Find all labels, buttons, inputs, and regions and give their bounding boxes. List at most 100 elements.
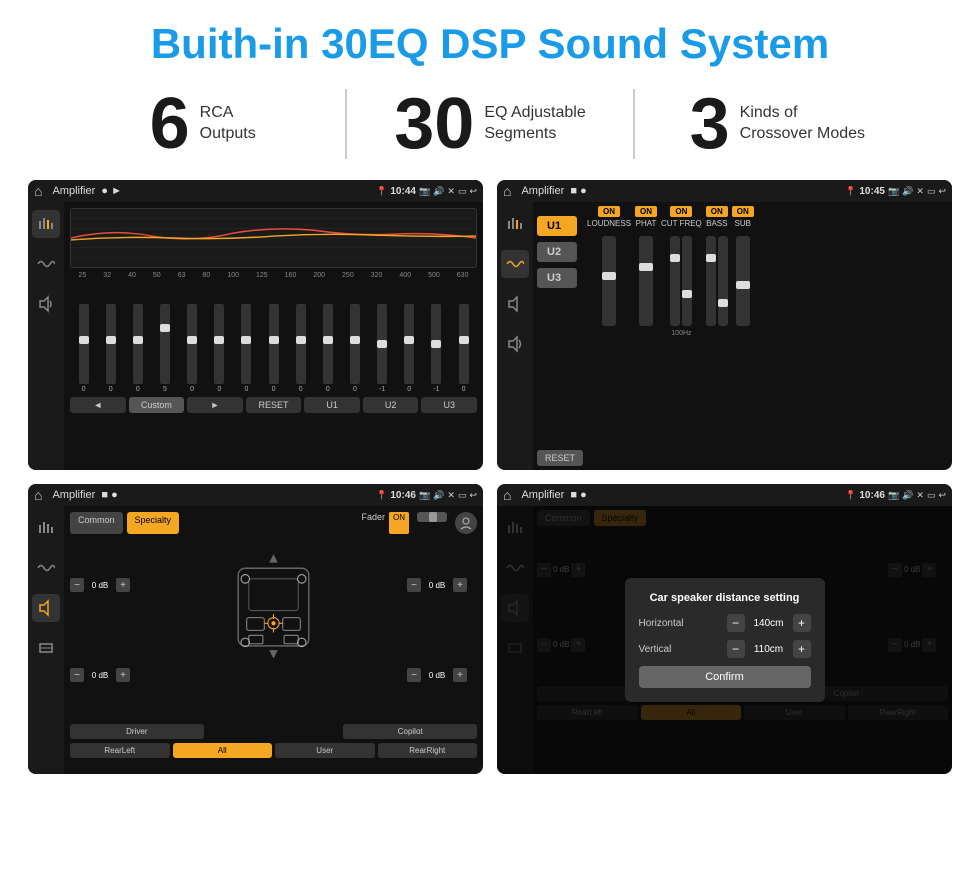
window-icon-3: ▭ — [458, 490, 467, 501]
home-icon-4[interactable]: ⌂ — [503, 487, 511, 503]
slider-col-12: -1 — [371, 304, 394, 393]
u2-select-btn[interactable]: U2 — [537, 242, 577, 262]
volume-icon-1: 🔊 — [433, 186, 444, 197]
fader-label: Fader — [361, 512, 385, 534]
slider-track-4[interactable] — [160, 304, 170, 384]
home-icon-2[interactable]: ⌂ — [503, 183, 511, 199]
wave-icon-2[interactable] — [501, 250, 529, 278]
rr-minus[interactable]: − — [407, 668, 421, 682]
slider-track-1[interactable] — [79, 304, 89, 384]
driver-btn[interactable]: Driver — [70, 724, 204, 739]
volume-icon-4: 🔊 — [902, 490, 913, 501]
slider-track-14[interactable] — [431, 304, 441, 384]
stat-item-eq: 30 EQ AdjustableSegments — [347, 88, 632, 160]
slider-track-15[interactable] — [459, 304, 469, 384]
loudness-ctrl: ON LOUDNESS — [587, 206, 631, 466]
time-3: 10:46 — [390, 490, 416, 501]
back-icon-2[interactable]: ↩ — [938, 186, 946, 197]
slider-track-2[interactable] — [106, 304, 116, 384]
prev-button[interactable]: ◄ — [70, 397, 126, 413]
confirm-button[interactable]: Confirm — [639, 666, 811, 688]
slider-col-10: 0 — [316, 304, 339, 393]
all-btn[interactable]: All — [173, 743, 273, 758]
fl-plus[interactable]: + — [116, 578, 130, 592]
back-icon-1[interactable]: ↩ — [469, 186, 477, 197]
u1-button[interactable]: U1 — [304, 397, 360, 413]
car-diagram — [144, 540, 403, 660]
home-icon-1[interactable]: ⌂ — [34, 183, 42, 199]
slider-track-5[interactable] — [187, 304, 197, 384]
fl-minus[interactable]: − — [70, 578, 84, 592]
home-icon-3[interactable]: ⌂ — [34, 487, 42, 503]
horizontal-label: Horizontal — [639, 618, 684, 629]
status-bar-4: ⌂ Amplifier ■ ● 📍 10:46 📷 🔊 ✕ ▭ ↩ — [497, 484, 952, 506]
fr-minus[interactable]: − — [407, 578, 421, 592]
screen-speaker: ⌂ Amplifier ■ ● 📍 10:46 📷 🔊 ✕ ▭ ↩ — [28, 484, 483, 774]
reset-btn-2[interactable]: RESET — [537, 450, 583, 466]
rearleft-btn[interactable]: RearLeft — [70, 743, 170, 758]
x-icon-4: ✕ — [916, 490, 924, 501]
copilot-btn[interactable]: Copilot — [343, 724, 477, 739]
slider-track-13[interactable] — [404, 304, 414, 384]
wave-icon-3[interactable] — [32, 554, 60, 582]
rearright-btn[interactable]: RearRight — [378, 743, 478, 758]
rl-plus[interactable]: + — [116, 668, 130, 682]
time-1: 10:44 — [390, 186, 416, 197]
slider-track-3[interactable] — [133, 304, 143, 384]
wave-icon[interactable] — [32, 250, 60, 278]
status-bar-2: ⌂ Amplifier ■ ● 📍 10:45 📷 🔊 ✕ ▭ ↩ — [497, 180, 952, 202]
tab-row-3: Common Specialty Fader ON — [70, 512, 477, 534]
slider-track-7[interactable] — [241, 304, 251, 384]
screen-eq: ⌂ Amplifier ● ► 📍 10:44 📷 🔊 ✕ ▭ ↩ — [28, 180, 483, 470]
vol-icon-2[interactable] — [501, 330, 529, 358]
eq-graph — [70, 208, 477, 268]
fr-plus[interactable]: + — [453, 578, 467, 592]
next-button[interactable]: ► — [187, 397, 243, 413]
speaker-icon-1[interactable] — [32, 290, 60, 318]
tab-common[interactable]: Common — [70, 512, 123, 534]
eq-icon[interactable] — [32, 210, 60, 238]
u-buttons-col: U1 U2 U3 RESET — [537, 206, 583, 466]
slider-track-10[interactable] — [323, 304, 333, 384]
slider-track-6[interactable] — [214, 304, 224, 384]
back-icon-3[interactable]: ↩ — [469, 490, 477, 501]
tab-specialty[interactable]: Specialty — [127, 512, 180, 534]
screen4-title: Amplifier ■ ● — [521, 489, 841, 501]
eq-icon-3[interactable] — [32, 514, 60, 542]
slider-col-5: 0 — [181, 304, 204, 393]
slider-track-11[interactable] — [350, 304, 360, 384]
horizontal-val-row: − 140cm + — [727, 614, 811, 632]
rr-plus[interactable]: + — [453, 668, 467, 682]
u3-button[interactable]: U3 — [421, 397, 477, 413]
slider-col-9: 0 — [289, 304, 312, 393]
vol-icon-3[interactable] — [32, 634, 60, 662]
screen1-title: Amplifier ● ► — [52, 185, 372, 197]
vertical-plus[interactable]: + — [793, 640, 811, 658]
u3-select-btn[interactable]: U3 — [537, 268, 577, 288]
screen1-body: 253240506380100125160200250320400500630 … — [28, 202, 483, 470]
user-btn[interactable]: User — [275, 743, 375, 758]
slider-track-12[interactable] — [377, 304, 387, 384]
reset-button-1[interactable]: RESET — [246, 397, 302, 413]
slider-track-9[interactable] — [296, 304, 306, 384]
back-icon-4[interactable]: ↩ — [938, 490, 946, 501]
horizontal-row: Horizontal − 140cm + — [639, 614, 811, 632]
stat-number-6: 6 — [150, 88, 190, 160]
u1-select-btn[interactable]: U1 — [537, 216, 577, 236]
sb-icons-2: 📍 10:45 📷 🔊 ✕ ▭ ↩ — [845, 186, 946, 197]
window-icon-1: ▭ — [458, 186, 467, 197]
vertical-minus[interactable]: − — [727, 640, 745, 658]
profile-icon[interactable] — [455, 512, 477, 534]
speaker-icon-3[interactable] — [32, 594, 60, 622]
slider-track-8[interactable] — [269, 304, 279, 384]
rl-minus[interactable]: − — [70, 668, 84, 682]
fader-slider-mini[interactable] — [417, 512, 447, 522]
eq-icon-2[interactable] — [501, 210, 529, 238]
horizontal-minus[interactable]: − — [727, 614, 745, 632]
horizontal-plus[interactable]: + — [793, 614, 811, 632]
u2-button[interactable]: U2 — [363, 397, 419, 413]
sb-icons-4: 📍 10:46 📷 🔊 ✕ ▭ ↩ — [845, 490, 946, 501]
screen3-title: Amplifier ■ ● — [52, 489, 372, 501]
screen-crossover: ⌂ Amplifier ■ ● 📍 10:45 📷 🔊 ✕ ▭ ↩ — [497, 180, 952, 470]
speaker-icon-2[interactable] — [501, 290, 529, 318]
